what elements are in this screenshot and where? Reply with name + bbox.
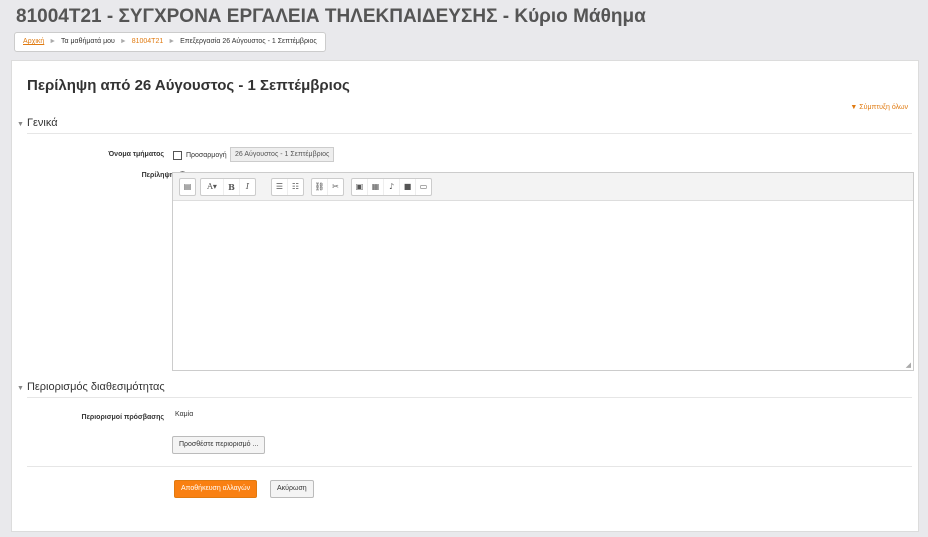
collapse-triangle-icon: ▼: [17, 121, 24, 128]
course-title: 81004T21 - ΣΥΓΧΡΟΝΑ ΕΡΓΑΛΕΙΑ ΤΗΛΕΚΠΑΙΔΕΥ…: [16, 6, 646, 27]
summary-label-row: Περίληψη: [142, 172, 174, 179]
section-restrictions-toggle[interactable]: ▼ Περιορισμός διαθεσιμότητας: [17, 381, 165, 393]
ordered-list-icon[interactable]: ☷: [288, 179, 303, 195]
toolbar-group-style: A▾ B I: [200, 178, 256, 196]
divider: [27, 466, 912, 467]
page-title: Περίληψη από 26 Αύγουστος - 1 Σεπτέμβριο…: [27, 77, 350, 94]
section-general-title: Γενικά: [26, 117, 58, 129]
breadcrumb-separator: ►: [168, 38, 176, 45]
access-restrictions-value: Καμία: [175, 411, 194, 418]
section-general-toggle[interactable]: ▼ Γενικά: [17, 117, 58, 129]
cancel-button[interactable]: Ακύρωση: [270, 480, 314, 498]
media-icon[interactable]: ▦: [368, 179, 384, 195]
main-panel: Περίληψη από 26 Αύγουστος - 1 Σεπτέμβριο…: [11, 60, 919, 532]
section-restrictions-title: Περιορισμός διαθεσιμότητας: [26, 381, 165, 393]
section-name-field[interactable]: 26 Αύγουστος - 1 Σεπτέμβριος: [230, 147, 335, 162]
breadcrumb-current: Επεξεργασία 26 Αύγουστος - 1 Σεπτέμβριος: [180, 38, 317, 45]
custom-name-checkbox[interactable]: [173, 151, 182, 160]
breadcrumb-course-link[interactable]: 81004T21: [132, 38, 164, 45]
summary-editor[interactable]: ▤ A▾ B I ☰ ☷ ⛓ ✂ ▣ ▦ ♪ ■ ▭ ◢: [172, 172, 914, 371]
bold-icon[interactable]: B: [224, 179, 240, 195]
unordered-list-icon[interactable]: ☰: [272, 179, 288, 195]
breadcrumb: Αρχική ► Τα μαθήματά μου ► 81004T21 ► Επ…: [14, 32, 326, 52]
divider: [27, 133, 912, 134]
breadcrumb-separator: ►: [119, 38, 127, 45]
resize-handle-icon[interactable]: ◢: [906, 361, 911, 369]
divider: [27, 397, 912, 398]
unlink-icon[interactable]: ✂: [328, 179, 343, 195]
paragraph-styles-icon[interactable]: A▾: [201, 179, 224, 195]
collapse-triangle-icon: ▼: [17, 385, 24, 392]
save-changes-button[interactable]: Αποθήκευση αλλαγών: [174, 480, 258, 498]
manage-files-icon[interactable]: ▭: [416, 179, 431, 195]
show-more-buttons-icon[interactable]: ▤: [180, 179, 195, 195]
breadcrumb-separator: ►: [49, 38, 57, 45]
collapse-all-link[interactable]: ▼ Σύμπτυξη όλων: [850, 104, 908, 111]
breadcrumb-home-link[interactable]: Αρχική: [23, 38, 44, 45]
breadcrumb-my-courses-link[interactable]: Τα μαθήματά μου: [61, 38, 115, 45]
image-icon[interactable]: ▣: [352, 179, 368, 195]
toolbar-group-media: ▣ ▦ ♪ ■ ▭: [351, 178, 432, 196]
toolbar-group-lists: ☰ ☷: [271, 178, 304, 196]
toolbar-group-collapse: ▤: [179, 178, 196, 196]
custom-name-label: Προσαρμογή: [186, 152, 227, 159]
section-name-label: Όνομα τμήματος: [108, 151, 164, 158]
link-icon[interactable]: ⛓: [312, 179, 328, 195]
editor-toolbar: ▤ A▾ B I ☰ ☷ ⛓ ✂ ▣ ▦ ♪ ■ ▭: [173, 173, 913, 201]
video-camera-icon[interactable]: ■: [400, 179, 416, 195]
access-restrictions-label: Περιορισμοί πρόσβασης: [81, 414, 164, 421]
summary-label: Περίληψη: [141, 172, 174, 179]
add-restriction-button[interactable]: Προσθέστε περιορισμό ...: [172, 436, 266, 454]
microphone-icon[interactable]: ♪: [384, 179, 400, 195]
italic-icon[interactable]: I: [240, 179, 255, 195]
toolbar-group-links: ⛓ ✂: [311, 178, 344, 196]
